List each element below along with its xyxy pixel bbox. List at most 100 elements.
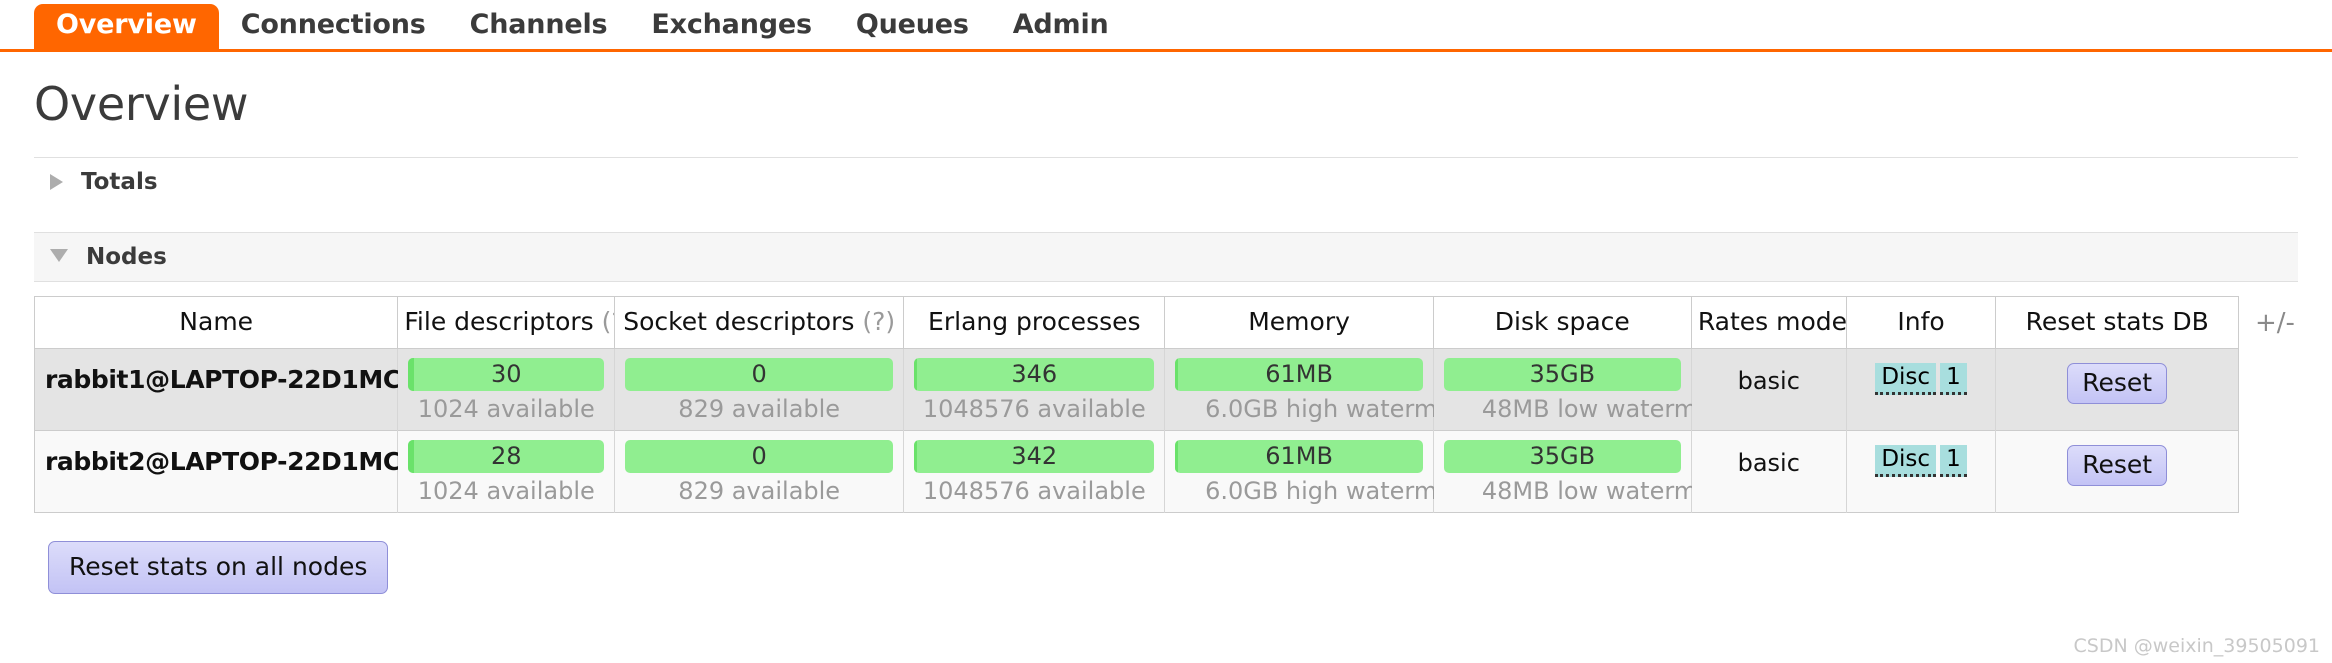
reset-stats-button[interactable]: Reset: [2067, 444, 2168, 487]
column-header-file-descriptors[interactable]: File descriptors (?): [397, 296, 616, 349]
nav-tab-list: Overview Connections Channels Exchanges …: [0, 0, 2332, 49]
rates-mode-value: basic: [1737, 366, 1800, 395]
file-descriptors-bar: 28: [408, 439, 605, 473]
erlang-processes-value: 346: [1011, 359, 1058, 388]
nodes-table-header-row: Name File descriptors (?) Socket descrip…: [34, 296, 2239, 349]
cell-erlang-processes: 346 1048576 available: [903, 348, 1166, 431]
socket-descriptors-available: 829 available: [678, 394, 841, 423]
cell-file-descriptors: 30 1024 available: [397, 348, 616, 431]
reset-stats-button[interactable]: Reset: [2067, 362, 2168, 405]
nav-tab-queues[interactable]: Queues: [834, 4, 991, 49]
erlang-processes-bar: 342: [914, 439, 1155, 473]
disk-space-bar[interactable]: 35GB: [1443, 439, 1681, 473]
cell-socket-descriptors: 0 829 available: [614, 429, 905, 513]
file-descriptors-available: 1024 available: [417, 476, 595, 505]
cell-node-name: rabbit1@LAPTOP-22D1MC5N: [34, 348, 439, 431]
cell-rates-mode: basic: [1691, 348, 1847, 431]
info-badge-count[interactable]: 1: [1940, 362, 1967, 395]
nav-tab-queues-link[interactable]: Queues: [834, 4, 991, 49]
chevron-down-icon: [50, 249, 68, 263]
nav-tab-exchanges-link[interactable]: Exchanges: [629, 4, 833, 49]
section-totals-label: Totals: [81, 168, 158, 195]
socket-descriptors-bar: 0: [625, 357, 894, 391]
main-navigation: Overview Connections Channels Exchanges …: [0, 0, 2332, 52]
node-name-label: rabbit2@LAPTOP-22D1MC5N: [45, 446, 439, 476]
section-nodes: Nodes Name File descriptors (Socket des…: [34, 231, 2298, 595]
memory-value: 61MB: [1265, 441, 1333, 470]
cell-node-name: rabbit2@LAPTOP-22D1MC5N: [34, 429, 439, 513]
socket-descriptors-value: 0: [751, 441, 767, 470]
cell-erlang-processes: 342 1048576 available: [903, 429, 1166, 513]
cell-disk-space: 35GB 48MB low watermark: [1433, 348, 1736, 431]
nav-tab-exchanges[interactable]: Exchanges: [629, 4, 833, 49]
cell-info: Disc 1: [1846, 348, 1997, 431]
nav-tab-admin[interactable]: Admin: [991, 4, 1131, 49]
memory-value: 61MB: [1265, 359, 1333, 388]
page-content: Overview Totals Nodes Name File descript…: [0, 77, 2332, 595]
nav-tab-channels[interactable]: Channels: [448, 4, 630, 49]
reset-stats-on-all-nodes-button[interactable]: Reset stats on all nodes: [48, 540, 389, 595]
socket-descriptors-help-icon[interactable]: (?): [862, 307, 895, 336]
nav-tab-overview-link[interactable]: Overview: [34, 3, 219, 49]
memory-bar[interactable]: 61MB: [1175, 439, 1423, 473]
file-descriptors-bar: 30: [408, 357, 605, 391]
cell-memory: 61MB 6.0GB high watermark: [1164, 429, 1476, 513]
nodes-table-body: rabbit1@LAPTOP-22D1MC5N 30 1024 availabl…: [34, 348, 2239, 513]
socket-descriptors-bar: 0: [625, 439, 894, 473]
info-badge-count[interactable]: 1: [1940, 444, 1967, 477]
cell-reset-stats-db: Reset: [1995, 348, 2239, 431]
erlang-processes-available: 1048576 available: [922, 394, 1146, 423]
column-header-name[interactable]: Name: [34, 296, 399, 349]
page-title: Overview: [34, 77, 249, 131]
column-header-info[interactable]: Info: [1846, 296, 1997, 349]
disk-space-value: 35GB: [1529, 359, 1596, 388]
erlang-processes-available: 1048576 available: [922, 476, 1146, 505]
file-descriptors-help-icon[interactable]: (?): [602, 307, 614, 336]
rates-mode-value: basic: [1737, 448, 1800, 477]
erlang-processes-bar: 346: [914, 357, 1155, 391]
erlang-processes-value: 342: [1011, 441, 1058, 470]
column-header-erlang-processes[interactable]: Erlang processes: [903, 296, 1166, 349]
cell-disk-space: 35GB 48MB low watermark: [1433, 429, 1736, 513]
cell-info: Disc 1: [1846, 429, 1997, 513]
column-header-disk-space[interactable]: Disk space: [1433, 296, 1692, 349]
section-nodes-label: Nodes: [86, 243, 167, 270]
nav-tab-connections-link[interactable]: Connections: [219, 4, 448, 49]
column-header-rates-mode[interactable]: Rates mode: [1691, 296, 1847, 349]
info-badge-disc[interactable]: Disc: [1875, 444, 1937, 477]
cell-memory: 61MB 6.0GB high watermark: [1164, 348, 1476, 431]
nodes-table: Name File descriptors (?) Socket descrip…: [34, 295, 2239, 513]
nav-tab-overview[interactable]: Overview: [34, 3, 219, 49]
column-header-reset-stats-db[interactable]: Reset stats DB: [1995, 296, 2239, 349]
section-nodes-toggle[interactable]: Nodes: [34, 231, 2298, 282]
disk-space-bar[interactable]: 35GB: [1443, 357, 1681, 391]
cell-file-descriptors: 28 1024 available: [397, 429, 616, 513]
disk-space-value: 35GB: [1529, 441, 1596, 470]
column-header-socket-descriptors[interactable]: Socket descriptors (?): [614, 296, 905, 349]
cell-rates-mode: basic: [1691, 429, 1847, 513]
cell-socket-descriptors: 0 829 available: [614, 348, 905, 431]
toggle-columns-control[interactable]: +/-: [2239, 296, 2295, 338]
section-totals: Totals: [34, 156, 2298, 206]
memory-bar[interactable]: 61MB: [1175, 357, 1423, 391]
csdn-watermark: CSDN @weixin_39505091: [2073, 635, 2321, 657]
nav-tab-connections[interactable]: Connections: [219, 4, 448, 49]
table-row: rabbit2@LAPTOP-22D1MC5N 28 1024 availabl…: [34, 429, 2239, 513]
socket-descriptors-available: 829 available: [678, 476, 841, 505]
column-header-memory[interactable]: Memory: [1164, 296, 1434, 349]
column-header-socket-descriptors-label: Socket descriptors: [623, 306, 855, 336]
file-descriptors-available: 1024 available: [417, 394, 595, 423]
socket-descriptors-value: 0: [751, 359, 767, 388]
section-totals-toggle[interactable]: Totals: [34, 156, 2298, 206]
column-header-file-descriptors-label: File descriptors: [404, 306, 594, 336]
info-badge-disc[interactable]: Disc: [1875, 362, 1937, 395]
nav-tab-channels-link[interactable]: Channels: [448, 4, 630, 49]
node-name-label: rabbit1@LAPTOP-22D1MC5N: [45, 364, 439, 394]
file-descriptors-value: 30: [490, 359, 522, 388]
nav-tab-admin-link[interactable]: Admin: [991, 4, 1131, 49]
table-row: rabbit1@LAPTOP-22D1MC5N 30 1024 availabl…: [34, 348, 2239, 431]
file-descriptors-value: 28: [490, 441, 522, 470]
chevron-right-icon: [50, 173, 63, 190]
nodes-table-wrapper: Name File descriptors (?) Socket descrip…: [34, 295, 2298, 513]
cell-reset-stats-db: Reset: [1995, 429, 2239, 513]
